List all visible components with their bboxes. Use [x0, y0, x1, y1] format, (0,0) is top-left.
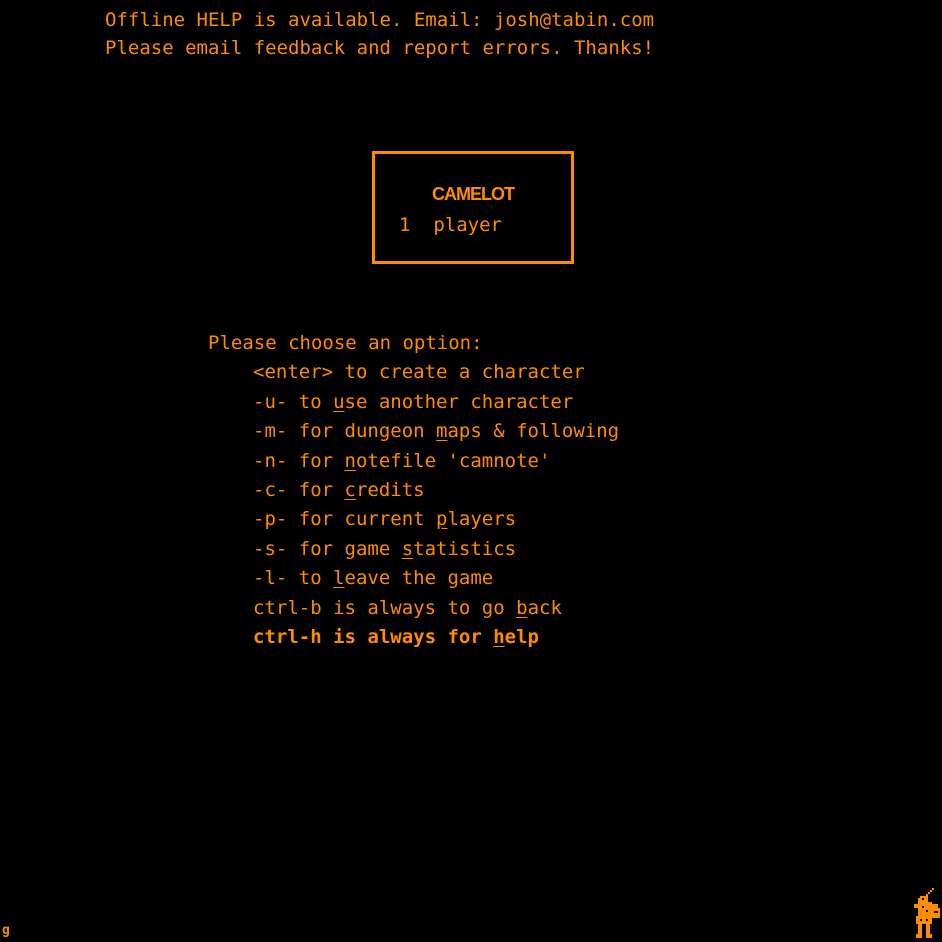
option-text: -n- for: [253, 449, 345, 472]
knight-icon: [914, 888, 940, 938]
help-info-line: Offline HELP is available. Email: josh@t…: [105, 9, 655, 31]
option-leave-game[interactable]: -l- to leave the game: [208, 564, 619, 593]
option-text: -s- for game: [253, 537, 402, 560]
option-text: -m- for dungeon: [253, 420, 437, 443]
hotkey-letter: c: [344, 478, 356, 501]
option-text: layers: [447, 508, 517, 531]
option-text: tatistics: [413, 537, 517, 560]
option-text: -c- for: [253, 478, 345, 501]
option-help[interactable]: ctrl-h is always for help: [208, 623, 619, 652]
option-text: ctrl-b is always to go: [253, 596, 517, 619]
player-count: 1 player: [399, 214, 502, 236]
main-menu: Please choose an option: <enter> to crea…: [208, 329, 619, 652]
hotkey-letter: h: [493, 625, 505, 648]
hotkey-letter: s: [401, 537, 414, 560]
option-notefile[interactable]: -n- for notefile 'camnote': [208, 447, 619, 476]
hotkey-letter: l: [333, 567, 345, 590]
hotkey-letter: m: [436, 420, 448, 443]
option-text: redits: [355, 478, 425, 501]
corner-glyph: g: [2, 923, 10, 938]
option-text: -p- for current: [253, 508, 437, 531]
hotkey-letter: p: [436, 508, 448, 531]
option-text: ctrl-h is always for: [253, 625, 494, 648]
option-text: eave the game: [344, 567, 494, 590]
option-text: <enter> to create a character: [253, 361, 585, 384]
option-go-back[interactable]: ctrl-b is always to go back: [208, 594, 619, 623]
option-text: aps & following: [447, 420, 620, 443]
option-create-character[interactable]: <enter> to create a character: [208, 358, 619, 387]
option-text: -l- to: [253, 567, 334, 590]
option-text: se another character: [344, 390, 574, 413]
option-game-statistics[interactable]: -s- for game statistics: [208, 535, 619, 564]
title-box: CAMELOT 1 player: [372, 151, 574, 264]
option-text: elp: [504, 625, 539, 648]
feedback-info-line: Please email feedback and report errors.…: [105, 37, 655, 59]
hotkey-letter: b: [516, 596, 528, 619]
game-title: CAMELOT: [432, 184, 515, 204]
menu-prompt: Please choose an option:: [208, 332, 483, 354]
option-text: ack: [527, 596, 562, 619]
option-use-character[interactable]: -u- to use another character: [208, 388, 619, 417]
option-dungeon-maps[interactable]: -m- for dungeon maps & following: [208, 417, 619, 446]
hotkey-letter: u: [333, 390, 345, 413]
option-current-players[interactable]: -p- for current players: [208, 505, 619, 534]
option-text: otefile 'camnote': [355, 449, 551, 472]
option-credits[interactable]: -c- for credits: [208, 476, 619, 505]
option-text: -u- to: [253, 390, 334, 413]
hotkey-letter: n: [344, 449, 356, 472]
